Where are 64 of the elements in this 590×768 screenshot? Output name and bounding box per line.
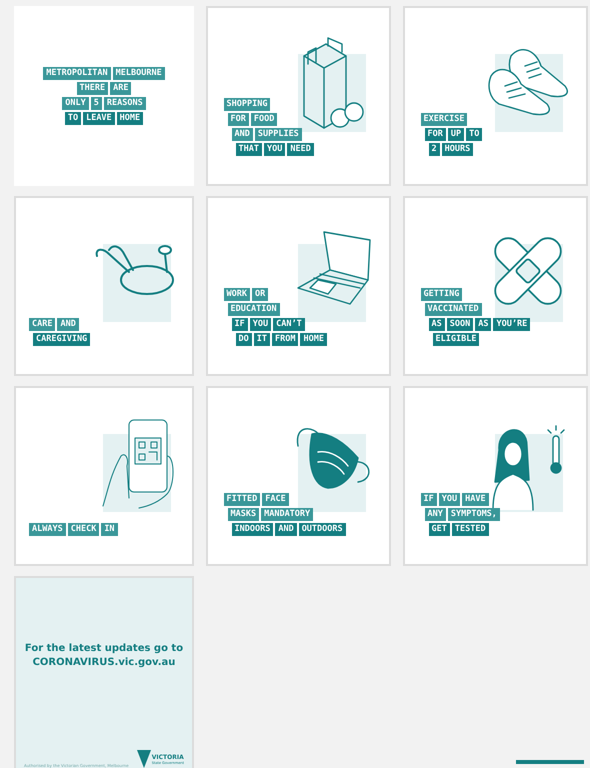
word-label: MASKS	[228, 508, 260, 521]
word-label: WORK	[224, 288, 250, 301]
word-label: DO	[236, 333, 252, 346]
updates-message: For the latest updates go to CORONAVIRUS.vic.gov.au	[24, 642, 184, 670]
word-label: YOU	[250, 318, 272, 331]
triangle-logo-icon	[136, 750, 151, 768]
word-label: ANY	[424, 508, 446, 521]
word-label: NEED	[287, 143, 314, 156]
word-label: CHECK	[68, 523, 100, 536]
word-label: EXERCISE	[420, 113, 468, 126]
word-label: THERE	[76, 82, 108, 95]
word-label: VACCINATED	[424, 303, 482, 316]
word-label: AS	[428, 318, 445, 331]
word-label: AS	[475, 318, 492, 331]
word-label: FOOD	[250, 113, 278, 126]
word-label: TESTED	[452, 523, 489, 536]
word-label: FROM	[272, 333, 298, 346]
word-label: SUPPLIES	[254, 128, 302, 141]
word-label: MELBOURNE	[112, 67, 165, 80]
word-label: ONLY	[62, 97, 89, 110]
word-label: HOME	[116, 112, 144, 125]
word-label: CAREGIVING	[33, 333, 90, 346]
word-label: THAT	[236, 143, 262, 156]
word-label: GET	[428, 523, 450, 536]
word-label: 5	[90, 97, 102, 110]
word-label: SHOPPING	[224, 98, 270, 111]
word-label: HOME	[300, 333, 327, 346]
word-label: YOU	[438, 493, 460, 506]
word-label: ELIGIBLE	[432, 333, 480, 346]
word-label: TO	[466, 128, 482, 141]
word-label: REASONS	[104, 97, 146, 110]
word-label: HAVE	[462, 493, 489, 506]
word-label: CAN’T	[273, 318, 305, 331]
word-label: ALWAYS	[29, 523, 66, 536]
word-label: IF	[232, 318, 248, 331]
word-label: IT	[254, 333, 270, 346]
word-label: YOU’RE	[493, 318, 530, 331]
word-label: LEAVE	[83, 112, 115, 125]
word-label: 2	[428, 143, 440, 156]
word-label: MANDATORY	[261, 508, 314, 521]
word-label: FOR	[424, 128, 446, 141]
word-label: OUTDOORS	[298, 523, 346, 536]
word-label: GETTING	[420, 288, 462, 301]
word-label: FACE	[262, 493, 289, 506]
word-label: AND	[275, 523, 297, 536]
word-label: OR	[252, 288, 268, 301]
word-label: CARE	[29, 318, 56, 331]
word-label: FOR	[228, 113, 249, 126]
word-label: EDUCATION	[228, 303, 280, 316]
word-label: HOURS	[442, 143, 474, 156]
word-label: IF	[420, 493, 437, 506]
word-label: SYMPTOMS,	[448, 508, 500, 521]
word-label: AND	[57, 318, 79, 331]
word-label: AND	[232, 128, 253, 141]
accent-bar	[516, 760, 584, 764]
word-label: FITTED	[224, 493, 260, 506]
word-label: IN	[101, 523, 118, 536]
word-label: ARE	[110, 82, 132, 95]
word-label: SOON	[446, 318, 474, 331]
word-label: METROPOLITAN	[43, 67, 111, 80]
word-label: YOU	[264, 143, 286, 156]
word-label: INDOORS	[232, 523, 274, 536]
word-label: TO	[64, 112, 82, 125]
word-label: UP	[448, 128, 464, 141]
